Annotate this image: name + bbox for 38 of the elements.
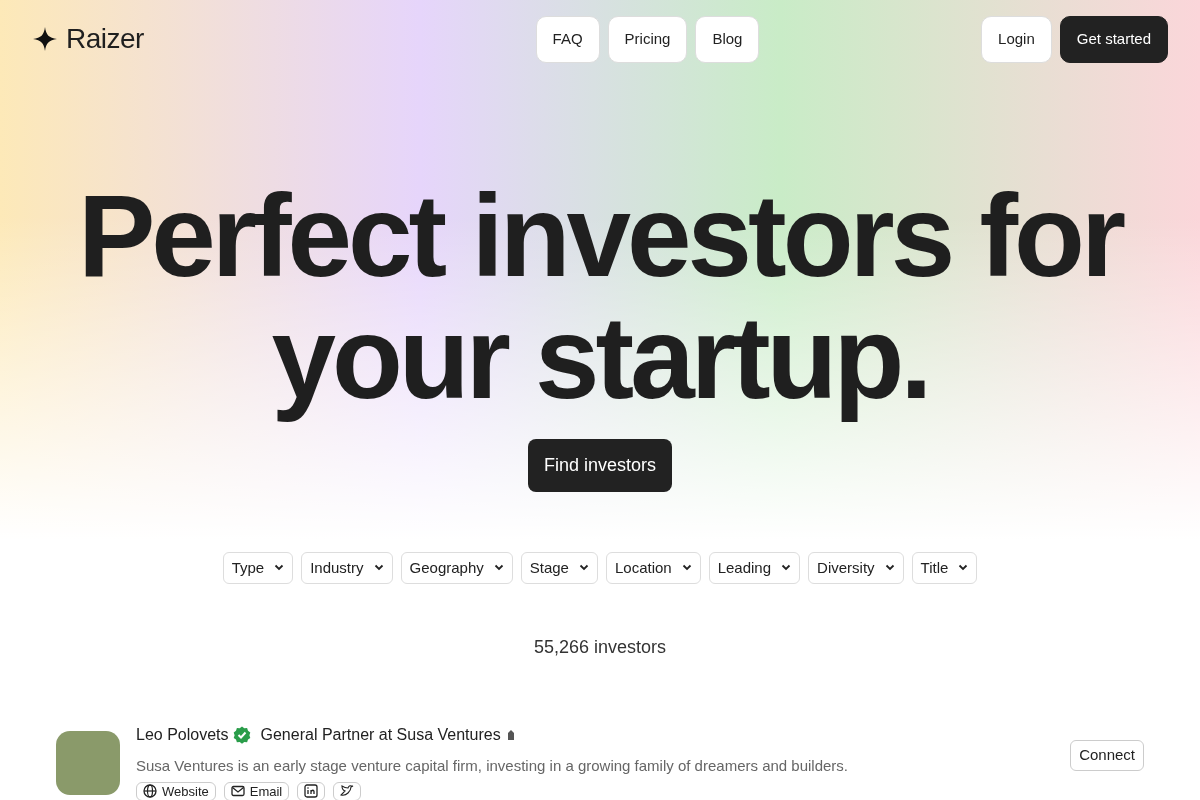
filter-dropdown[interactable]: Location — [605, 551, 701, 584]
chevron-down-icon — [781, 564, 792, 572]
filter-dropdown[interactable]: Leading — [708, 551, 801, 584]
globe-icon — [143, 784, 157, 799]
filter-dropdown[interactable]: Geography — [400, 551, 513, 584]
hero-title-line: Perfect investors for — [77, 174, 1123, 297]
brand-name: Raizer — [66, 22, 144, 57]
mail-icon — [230, 784, 245, 799]
chevron-down-icon — [884, 564, 895, 572]
chevron-down-icon — [274, 564, 285, 572]
get-started-button[interactable]: Get started — [1059, 16, 1168, 63]
investor-description: Susa Ventures is an early stage venture capital firm, investing in a growing family of dreamers and builders. — [136, 756, 850, 776]
twitter-link[interactable] — [333, 781, 362, 800]
filter-dropdown[interactable]: Diversity — [808, 551, 904, 584]
investor-title: General Partner at Susa Ventures — [260, 725, 501, 745]
filter-dropdown[interactable]: Type — [222, 551, 294, 584]
chevron-down-icon — [681, 564, 692, 572]
linkedin-link[interactable] — [297, 781, 326, 800]
connect-button[interactable]: Connect — [1070, 740, 1144, 771]
investor-count: 55,266 investors — [532, 636, 668, 659]
filter-dropdown[interactable]: Stage — [520, 551, 598, 584]
email-link[interactable]: Email — [223, 781, 290, 800]
chevron-down-icon — [493, 564, 504, 572]
chevron-down-icon — [373, 564, 384, 572]
nav-link[interactable]: FAQ — [535, 16, 600, 63]
filter-dropdown[interactable]: Title — [911, 551, 978, 584]
nav-link[interactable]: Pricing — [607, 16, 688, 63]
investor-name: Leo Polovets — [136, 725, 229, 745]
chevron-down-icon — [958, 564, 969, 572]
website-link[interactable]: Website — [136, 781, 216, 800]
filter-dropdown[interactable]: Industry — [301, 551, 393, 584]
bird-icon — [340, 784, 355, 799]
find-investors-button[interactable]: Find investors — [527, 438, 672, 492]
login-button[interactable]: Login — [981, 16, 1052, 63]
nav-link[interactable]: Blog — [695, 16, 760, 63]
avatar-placeholder — [56, 731, 120, 795]
chevron-down-icon — [578, 564, 589, 572]
linkedin-icon — [304, 784, 319, 799]
